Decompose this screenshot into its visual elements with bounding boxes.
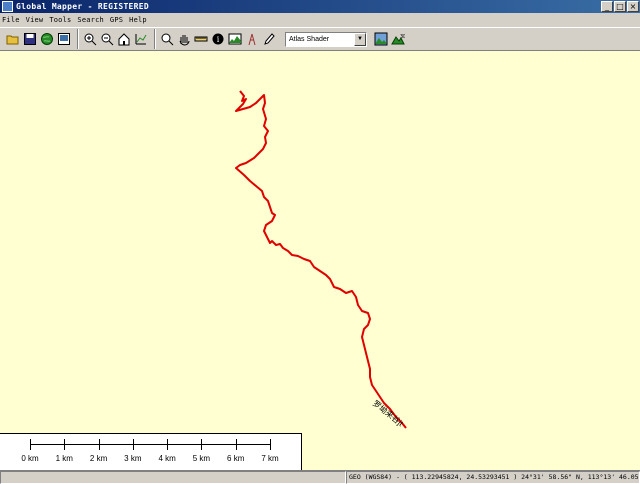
scale-tick <box>201 439 203 450</box>
scale-tick <box>64 439 66 450</box>
scale-tick <box>270 439 271 450</box>
profile-tool-button[interactable] <box>227 31 243 47</box>
svg-text:3D: 3D <box>400 34 405 40</box>
view-shed-button[interactable] <box>244 31 260 47</box>
window-title: Global Mapper - REGISTERED <box>16 2 150 11</box>
scale-label: 1 km <box>55 454 73 463</box>
3d-view-icon: 3D <box>391 34 405 45</box>
home-icon <box>118 33 130 46</box>
hand-icon <box>179 35 190 46</box>
gps-track[interactable] <box>0 51 640 470</box>
map-view[interactable]: 罗坳来谷jt 0 km 1 km 2 km 3 km 4 km 5 km 6 km 7 km <box>0 51 640 470</box>
tools-toolbar-group: i <box>155 29 281 49</box>
scale-tick <box>98 439 100 450</box>
coordinate-readout: GEO (WGS84) - ( 113.22945824, 24.5329345… <box>346 471 640 484</box>
shader-settings-button[interactable] <box>373 31 389 47</box>
file-toolbar-group <box>2 29 76 49</box>
shader-dropdown[interactable]: Atlas Shader ▼ <box>285 31 367 47</box>
status-bar: GEO (WGS84) - ( 113.22945824, 24.5329345… <box>0 470 640 484</box>
home-button[interactable] <box>116 31 132 47</box>
scale-line <box>30 444 270 445</box>
scale-bar: 0 km 1 km 2 km 3 km 4 km 5 km 6 km 7 km <box>0 433 302 470</box>
scale-label: 5 km <box>192 454 211 463</box>
scale-tick <box>235 439 237 450</box>
menu-tools[interactable]: Tools <box>49 16 71 24</box>
menu-gps[interactable]: GPS <box>110 16 123 24</box>
toolbar: i Atlas Shader ▼ 3D <box>0 27 640 51</box>
scale-tick <box>30 439 31 450</box>
shader-dropdown-value: Atlas Shader <box>289 35 330 43</box>
zoom-in-button[interactable] <box>82 31 98 47</box>
scale-label: 0 km <box>21 454 39 463</box>
status-message-pane <box>0 471 346 484</box>
pen-icon <box>264 33 275 45</box>
zoom-out-icon <box>101 33 114 46</box>
open-button[interactable] <box>5 31 21 47</box>
landscape-icon <box>374 32 388 46</box>
export-image-icon <box>58 33 70 45</box>
menu-bar: File View Tools Search GPS Help <box>0 13 640 27</box>
scale-label: 2 km <box>89 454 108 463</box>
scale-label: 6 km <box>227 454 245 463</box>
title-bar[interactable]: Global Mapper - REGISTERED _ □ × <box>0 0 640 13</box>
scale-label: 3 km <box>124 454 142 463</box>
pan-tool-button[interactable] <box>176 31 192 47</box>
scale-label: 4 km <box>158 454 176 463</box>
magnify-select-icon <box>161 33 174 46</box>
scale-tick <box>132 439 134 450</box>
globe-button[interactable] <box>39 31 55 47</box>
terrain-profile-icon <box>228 33 242 45</box>
export-button[interactable] <box>56 31 72 47</box>
save-button[interactable] <box>22 31 38 47</box>
zoom-toolbar-group <box>78 29 153 49</box>
info-tool-button[interactable]: i <box>210 31 226 47</box>
select-tool-button[interactable] <box>159 31 175 47</box>
chevron-down-icon[interactable]: ▼ <box>354 32 366 46</box>
globe-icon <box>41 33 53 45</box>
app-icon[interactable] <box>2 1 13 12</box>
scale-label: 7 km <box>261 454 279 463</box>
menu-help[interactable]: Help <box>129 16 147 24</box>
save-disk-icon <box>24 33 36 45</box>
tower-icon <box>248 33 256 46</box>
svg-text:i: i <box>217 35 220 44</box>
app-window: Global Mapper - REGISTERED _ □ × File Vi… <box>0 0 640 484</box>
ruler-icon <box>194 36 208 42</box>
zoom-in-icon <box>84 33 97 46</box>
menu-file[interactable]: File <box>2 16 20 24</box>
info-icon: i <box>212 33 224 45</box>
minimize-button[interactable]: _ <box>601 1 613 12</box>
zoom-out-button[interactable] <box>99 31 115 47</box>
3d-view-button[interactable]: 3D <box>390 31 406 47</box>
measure-tool-button[interactable] <box>193 31 209 47</box>
maximize-button[interactable]: □ <box>614 1 626 12</box>
menu-view[interactable]: View <box>26 16 44 24</box>
graph-icon <box>135 34 147 45</box>
open-folder-icon <box>6 35 19 45</box>
scale-tick <box>167 439 169 450</box>
digitizer-button[interactable] <box>261 31 277 47</box>
window-controls: _ □ × <box>601 1 639 12</box>
menu-search[interactable]: Search <box>77 16 104 24</box>
chart-button[interactable] <box>133 31 149 47</box>
close-button[interactable]: × <box>627 1 639 12</box>
